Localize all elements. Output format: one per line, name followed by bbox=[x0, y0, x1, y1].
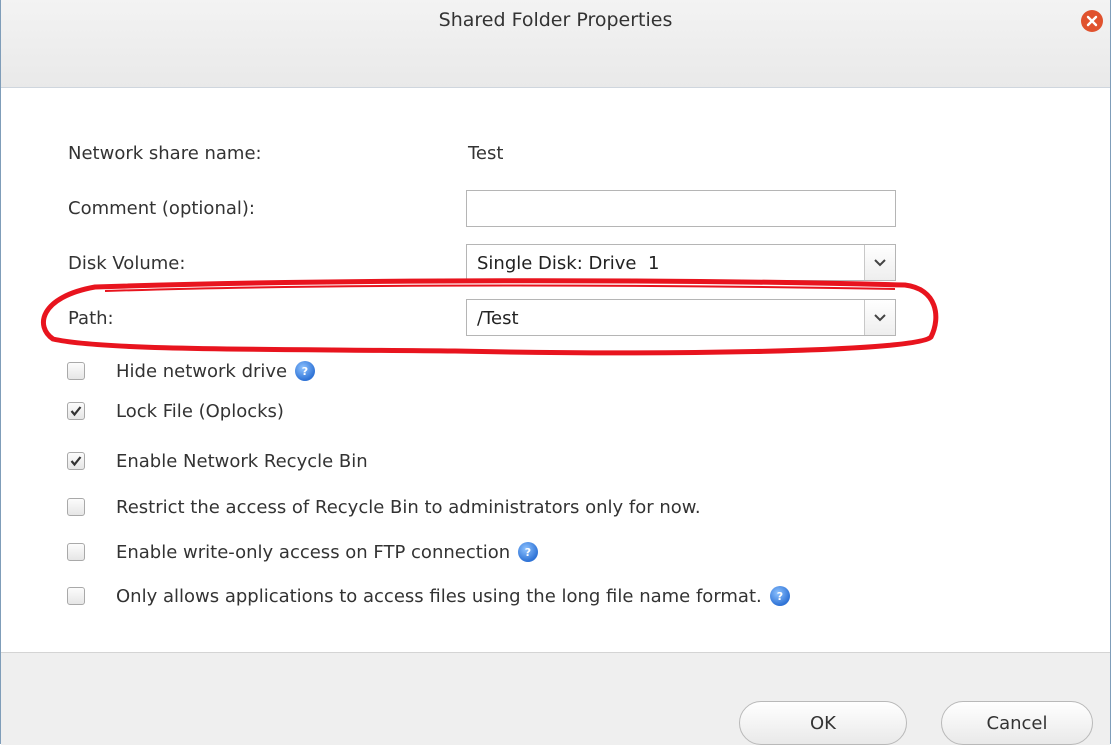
comment-input[interactable] bbox=[466, 190, 896, 227]
option-restrict-recycle-bin[interactable]: Restrict the access of Recycle Bin to ad… bbox=[67, 496, 701, 518]
option-label: Enable write-only access on FTP connecti… bbox=[116, 541, 511, 563]
comment-label: Comment (optional): bbox=[68, 198, 255, 219]
svg-text:?: ? bbox=[302, 365, 308, 377]
option-label: Hide network drive bbox=[116, 360, 288, 382]
help-icon[interactable]: ? bbox=[295, 361, 316, 381]
checkmark-icon bbox=[70, 406, 82, 417]
disk-volume-select[interactable]: Single Disk: Drive 1 bbox=[466, 244, 896, 281]
option-lock-file[interactable]: Lock File (Oplocks) bbox=[67, 400, 284, 422]
help-icon[interactable]: ? bbox=[518, 542, 539, 562]
disk-volume-value: Single Disk: Drive 1 bbox=[477, 253, 660, 274]
ok-button[interactable]: OK bbox=[739, 701, 907, 745]
dialog-titlebar: Shared Folder Properties bbox=[1, 0, 1110, 88]
option-long-file-name[interactable]: Only allows applications to access files… bbox=[67, 585, 790, 607]
checkbox-unchecked[interactable] bbox=[67, 587, 85, 605]
share-name-label: Network share name: bbox=[68, 143, 262, 164]
checkmark-icon bbox=[70, 456, 82, 467]
checkbox-unchecked[interactable] bbox=[67, 543, 85, 561]
option-label: Lock File (Oplocks) bbox=[116, 400, 284, 422]
svg-text:?: ? bbox=[525, 546, 531, 558]
close-icon bbox=[1086, 15, 1098, 27]
svg-text:?: ? bbox=[777, 590, 783, 602]
chevron-down-icon[interactable] bbox=[864, 245, 895, 280]
checkbox-checked[interactable] bbox=[67, 402, 85, 420]
dialog-title: Shared Folder Properties bbox=[438, 9, 673, 31]
option-label: Only allows applications to access files… bbox=[116, 585, 762, 607]
cancel-button[interactable]: Cancel bbox=[941, 701, 1093, 745]
option-label: Enable Network Recycle Bin bbox=[116, 450, 368, 472]
option-ftp-write-only[interactable]: Enable write-only access on FTP connecti… bbox=[67, 541, 539, 563]
checkbox-unchecked[interactable] bbox=[67, 498, 85, 516]
path-highlight-annotation bbox=[41, 278, 939, 356]
option-label: Restrict the access of Recycle Bin to ad… bbox=[116, 496, 701, 518]
shared-folder-properties-dialog: Shared Folder Properties Network share n… bbox=[0, 0, 1111, 745]
help-icon[interactable]: ? bbox=[769, 586, 790, 606]
checkbox-checked[interactable] bbox=[67, 452, 85, 470]
close-button[interactable] bbox=[1081, 10, 1103, 32]
option-hide-network-drive[interactable]: Hide network drive ? bbox=[67, 360, 316, 382]
share-name-value: Test bbox=[468, 143, 504, 164]
option-enable-recycle-bin[interactable]: Enable Network Recycle Bin bbox=[67, 450, 368, 472]
disk-volume-label: Disk Volume: bbox=[68, 253, 186, 274]
checkbox-unchecked[interactable] bbox=[67, 362, 85, 380]
